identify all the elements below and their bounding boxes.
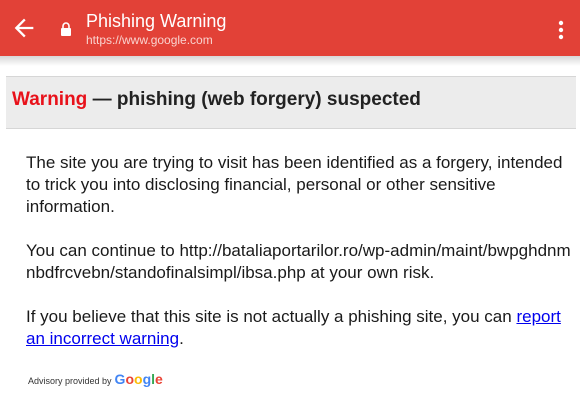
app-bar-shadow <box>0 56 580 66</box>
google-logo-letter: e <box>155 371 163 387</box>
more-vertical-icon[interactable] <box>554 16 568 42</box>
advisory-text: Advisory provided by <box>28 376 112 386</box>
forgery-paragraph: The site you are trying to visit has bee… <box>26 153 563 216</box>
report-prefix: If you believe that this site is not act… <box>26 307 517 326</box>
google-logo: Google <box>115 371 163 387</box>
warning-heading: Warning — phishing (web forgery) suspect… <box>12 89 421 111</box>
advisory-attribution: Advisory provided by Google <box>28 371 163 389</box>
warning-label: Warning <box>12 89 88 110</box>
warning-heading-text: — phishing (web forgery) suspected <box>92 89 421 110</box>
report-suffix: . <box>179 329 184 348</box>
warning-banner: Warning — phishing (web forgery) suspect… <box>6 76 576 129</box>
arrow-left-icon[interactable] <box>10 14 38 42</box>
warning-body: The site you are trying to visit has bee… <box>26 152 576 372</box>
app-bar: Phishing Warning https://www.google.com <box>0 0 580 56</box>
google-logo-letter: G <box>114 371 126 387</box>
google-logo-letter: o <box>134 371 143 387</box>
page-url: https://www.google.com <box>86 33 213 47</box>
report-paragraph: If you believe that this site is not act… <box>26 306 576 350</box>
continue-paragraph: You can continue to http://bataliaportar… <box>26 240 576 284</box>
google-logo-letter: g <box>142 371 152 387</box>
google-logo-letter: o <box>125 371 134 387</box>
lock-icon <box>61 22 71 36</box>
continue-text: You can continue to http://bataliaportar… <box>26 241 571 282</box>
page-title: Phishing Warning <box>86 11 227 31</box>
